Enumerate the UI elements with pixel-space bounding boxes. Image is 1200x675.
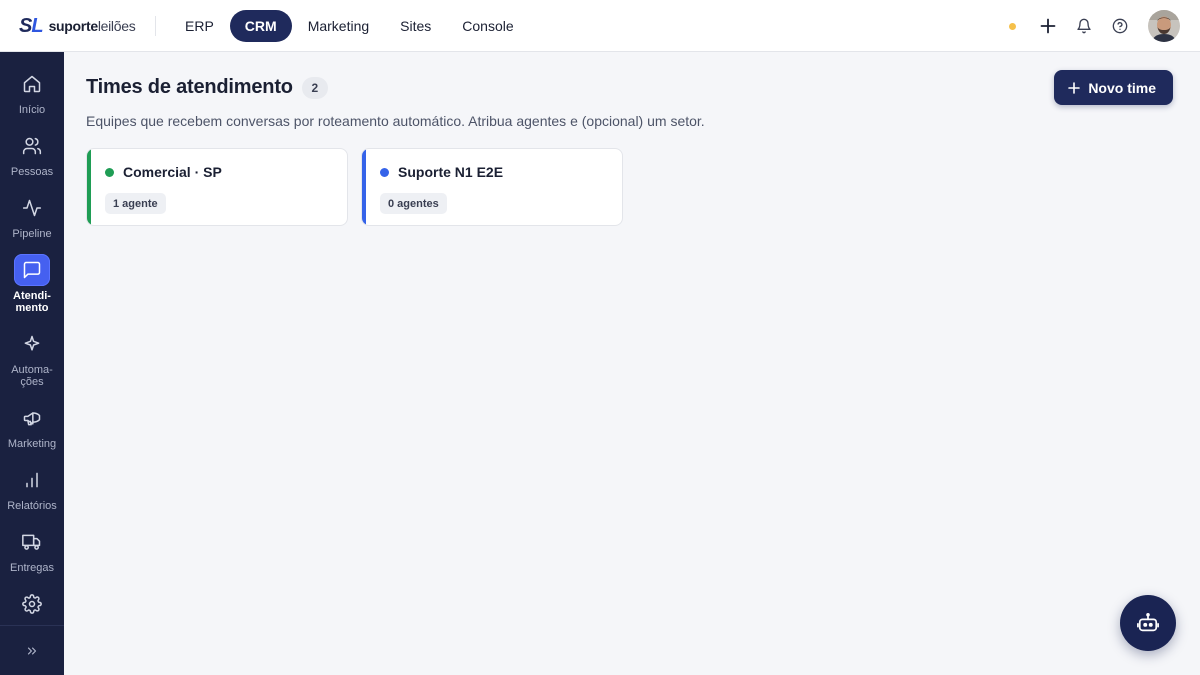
sidebar-item-label: Entregas [9, 562, 55, 574]
nav-sites[interactable]: Sites [385, 10, 446, 42]
sidebar-item-atendimento[interactable]: Atendi- mento [0, 254, 64, 314]
sidebar-item-settings[interactable] [0, 588, 64, 620]
users-icon [14, 130, 50, 162]
logo-mark: SL [19, 15, 44, 37]
team-name-row: Suporte N1 E2E [380, 164, 503, 180]
activity-icon [14, 192, 50, 224]
agent-count-chip: 1 agente [105, 193, 166, 214]
logo-text: suporteleilões [48, 18, 136, 34]
help-icon[interactable] [1110, 16, 1130, 36]
truck-icon [14, 526, 50, 558]
team-status-dot [380, 167, 389, 177]
team-name: Suporte N1 E2E [398, 164, 504, 180]
team-status-dot [105, 167, 114, 177]
team-name: Comercial · SP [123, 164, 222, 180]
sidebar-item-inicio[interactable]: Início [0, 68, 64, 116]
chat-icon [14, 254, 50, 286]
team-card-list: Comercial · SP 1 agente Suporte N1 E2E 0… [86, 148, 623, 226]
megaphone-icon [14, 402, 50, 434]
sidebar-item-label: Atendi- mento [13, 290, 51, 314]
team-name-row: Comercial · SP [105, 164, 222, 180]
nav-erp[interactable]: ERP [170, 10, 229, 42]
agent-count-chip: 0 agentes [380, 193, 447, 214]
status-dot [1009, 22, 1016, 30]
plus-icon[interactable] [1038, 16, 1058, 36]
assistant-bot-button[interactable] [1120, 595, 1176, 651]
sidebar-item-automacoes[interactable]: Automa- ções [0, 328, 64, 388]
nav-console[interactable]: Console [447, 10, 528, 42]
main-content: Times de atendimento 2 Equipes que receb… [64, 52, 1200, 675]
top-nav: ERP CRM Marketing Sites Console [170, 10, 530, 42]
sidebar-item-pipeline[interactable]: Pipeline [0, 192, 64, 240]
double-chevron-right-icon [25, 644, 39, 658]
bot-icon [1137, 612, 1159, 634]
sparkle-icon [14, 328, 50, 360]
home-icon [14, 68, 50, 100]
nav-crm[interactable]: CRM [229, 10, 292, 42]
sidebar-item-label: Pessoas [10, 166, 54, 178]
top-divider [155, 16, 156, 36]
gear-icon [14, 588, 50, 620]
team-accent-bar [362, 149, 366, 225]
team-count-badge: 2 [301, 76, 328, 99]
sidebar-item-label: Relatórios [7, 500, 57, 512]
sidebar-item-label: Marketing [7, 438, 57, 450]
title-row: Times de atendimento 2 [86, 76, 328, 99]
sidebar-item-marketing[interactable]: Marketing [0, 402, 64, 450]
sidebar-item-label: Início [18, 104, 46, 116]
brand-logo[interactable]: SL suporteleilões [19, 15, 136, 37]
nav-marketing[interactable]: Marketing [293, 10, 384, 42]
page-subtitle: Equipes que recebem conversas por roteam… [86, 113, 705, 129]
bell-icon[interactable] [1074, 16, 1094, 36]
new-team-button-label: Novo time [1088, 79, 1156, 96]
top-bar: SL suporteleilões ERP CRM Marketing Site… [0, 0, 1200, 52]
team-card[interactable]: Suporte N1 E2E 0 agentes [361, 148, 623, 226]
avatar[interactable] [1148, 10, 1180, 42]
sidebar-item-label: Automa- ções [11, 364, 53, 388]
page-title: Times de atendimento [86, 76, 293, 98]
sidebar: Início Pessoas Pipeline Atendi- mento Au… [0, 52, 64, 675]
team-accent-bar [87, 149, 91, 225]
plus-icon [1068, 81, 1081, 94]
top-actions [1009, 10, 1180, 42]
new-team-button[interactable]: Novo time [1054, 70, 1173, 105]
sidebar-collapse-button[interactable] [0, 625, 64, 675]
sidebar-item-label: Pipeline [12, 228, 52, 240]
sidebar-item-pessoas[interactable]: Pessoas [0, 130, 64, 178]
bar-chart-icon [14, 464, 50, 496]
sidebar-item-relatorios[interactable]: Relatórios [0, 464, 64, 512]
sidebar-item-entregas[interactable]: Entregas [0, 526, 64, 574]
team-card[interactable]: Comercial · SP 1 agente [86, 148, 348, 226]
